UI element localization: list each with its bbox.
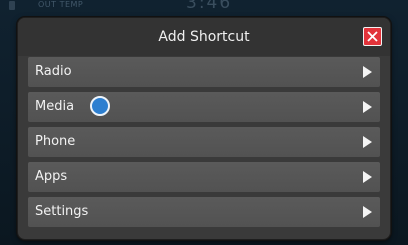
menu-item-label: Phone [35,134,76,149]
chevron-right-icon [363,101,372,113]
dialog-title: Add Shortcut [158,29,250,45]
menu-item-phone[interactable]: Phone [28,127,380,157]
phone-status-icon [9,1,15,10]
add-shortcut-dialog: Add Shortcut Radio Media Phone Apps Sett… [17,17,391,240]
menu-item-label: Settings [35,204,89,219]
menu-item-label: Radio [35,64,72,79]
touch-indicator-icon [90,96,110,116]
close-x-icon [367,31,378,42]
chevron-right-icon [363,136,372,148]
menu-item-settings[interactable]: Settings [28,197,380,227]
menu-item-apps[interactable]: Apps [28,162,380,192]
menu-item-label: Apps [35,169,68,184]
clock: 3:46 [186,0,233,13]
menu-item-radio[interactable]: Radio [28,57,380,87]
chevron-right-icon [363,171,372,183]
menu-item-media[interactable]: Media [28,92,380,122]
shortcut-menu: Radio Media Phone Apps Settings [28,57,380,232]
head-unit-screen: OUT TEMP 3:46 Add Shortcut Radio Media P… [0,0,408,245]
menu-item-label: Media [35,99,75,114]
status-bar: OUT TEMP 3:46 [0,0,408,14]
dialog-header: Add Shortcut [18,18,390,56]
outside-temp-label: OUT TEMP [38,0,84,9]
chevron-right-icon [363,206,372,218]
chevron-right-icon [363,66,372,78]
close-button[interactable] [363,27,382,46]
